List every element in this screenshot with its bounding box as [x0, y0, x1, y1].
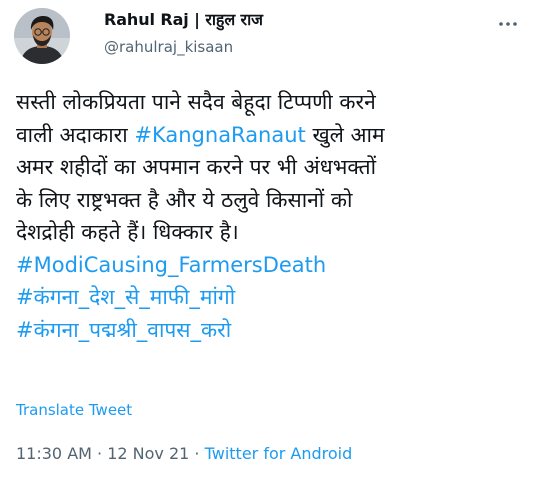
tweet-date[interactable]: 12 Nov 21 — [107, 444, 189, 463]
tweet-line: #ModiCausing_FarmersDeath — [16, 249, 526, 282]
tweet-header: Rahul Raj | राहुल राज @rahulraj_kisaan — [104, 10, 263, 57]
tweet-line: वाली अदाकारा #KangnaRanaut खुले आम — [16, 119, 526, 152]
hashtag-link[interactable]: #ModiCausing_FarmersDeath — [16, 253, 326, 277]
more-options-icon[interactable] — [496, 12, 520, 36]
tweet-line-text: खुले आम — [305, 122, 385, 147]
meta-separator: · — [189, 444, 205, 463]
tweet-line: #कंगना_देश_से_माफी_मांगो — [16, 281, 526, 314]
tweet-text: सस्ती लोकप्रियता पाने सदैव बेहूदा टिप्पण… — [16, 86, 526, 346]
tweet: Rahul Raj | राहुल राज @rahulraj_kisaan स… — [0, 0, 538, 480]
tweet-line-text: सस्ती लोकप्रियता पाने सदैव बेहूदा टिप्पण… — [16, 90, 376, 114]
tweet-line: #कंगना_पद्मश्री_वापस_करो — [16, 314, 526, 347]
meta-separator: · — [91, 444, 108, 463]
hashtag-link[interactable]: #KangnaRanaut — [134, 123, 305, 147]
display-name[interactable]: Rahul Raj | राहुल राज — [104, 10, 263, 30]
tweet-line: देशद्रोही कहते हैं। धिक्कार है। — [16, 216, 526, 249]
tweet-line-text: के लिए राष्ट्रभक्त है और ये ठलुवे किसानो… — [16, 187, 353, 212]
tweet-meta: 11:30 AM · 12 Nov 21 · Twitter for Andro… — [16, 444, 352, 463]
tweet-line-text: वाली अदाकारा — [16, 122, 135, 147]
avatar[interactable] — [14, 8, 70, 64]
hashtag-link[interactable]: #कंगना_देश_से_माफी_मांगो — [16, 285, 235, 309]
user-handle[interactable]: @rahulraj_kisaan — [104, 38, 263, 57]
tweet-line: के लिए राष्ट्रभक्त है और ये ठलुवे किसानो… — [16, 184, 526, 217]
tweet-line: अमर शहीदों का अपमान करने पर भी अंधभक्तों — [16, 151, 526, 184]
tweet-source-link[interactable]: Twitter for Android — [205, 444, 353, 463]
hashtag-link[interactable]: #कंगना_पद्मश्री_वापस_करो — [16, 318, 231, 342]
translate-tweet-link[interactable]: Translate Tweet — [16, 401, 132, 419]
tweet-line-text: अमर शहीदों का अपमान करने पर भी अंधभक्तों — [16, 155, 377, 179]
user-avatar-image — [14, 8, 70, 64]
tweet-line-text: देशद्रोही कहते हैं। धिक्कार है। — [16, 220, 239, 244]
tweet-line: सस्ती लोकप्रियता पाने सदैव बेहूदा टिप्पण… — [16, 86, 526, 119]
tweet-time[interactable]: 11:30 AM — [16, 444, 92, 463]
